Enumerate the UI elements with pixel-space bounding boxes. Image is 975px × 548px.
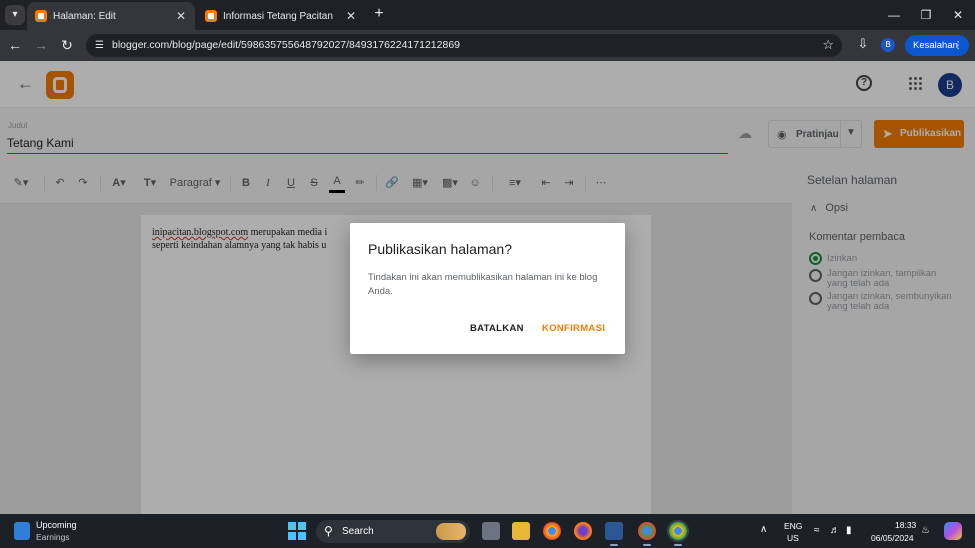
browser-tab-active[interactable]: Halaman: Edit ✕	[27, 2, 195, 30]
minimize-icon[interactable]: —	[884, 6, 904, 24]
chrome-active-icon[interactable]	[667, 520, 689, 546]
region-indicator[interactable]: US	[787, 533, 799, 543]
tab-title: Halaman: Edit	[53, 10, 116, 22]
restore-icon[interactable]: ❐	[916, 6, 936, 24]
taskbar-search[interactable]: ⚲ Search	[316, 520, 470, 543]
cancel-button[interactable]: BATALKAN	[470, 323, 524, 334]
browser-tab-strip: ▾ Halaman: Edit ✕ Informasi Tetang Pacit…	[0, 0, 975, 30]
more-vert-icon: ⋮	[953, 40, 964, 51]
widget-subtitle[interactable]: Earnings	[36, 532, 70, 542]
window-close-icon[interactable]: ✕	[948, 6, 968, 24]
firefox-icon[interactable]	[574, 522, 592, 540]
tab-title: Informasi Tetang Pacitan	[223, 10, 333, 22]
close-icon[interactable]: ✕	[173, 9, 189, 23]
blogger-favicon-icon	[35, 10, 47, 22]
error-chip[interactable]: Kesalahan ⋮	[905, 35, 969, 56]
battery-icon[interactable]: ▮	[846, 525, 852, 548]
chrome-icon[interactable]	[543, 522, 561, 540]
confirm-button[interactable]: KONFIRMASI	[542, 323, 605, 334]
stocks-widget-icon[interactable]	[14, 522, 30, 540]
chrome-profile-icon[interactable]	[638, 522, 656, 546]
windows-taskbar: Upcoming Earnings ⚲ Search ∧ ENG US ≈ ♬ …	[0, 514, 975, 548]
url-text: blogger.com/blog/page/edit/5986357556487…	[112, 39, 460, 51]
reload-icon[interactable]: ↻	[58, 36, 76, 54]
task-view-icon[interactable]	[482, 522, 500, 540]
tab-search-icon[interactable]: ▾	[5, 5, 25, 25]
browser-tab-inactive[interactable]: Informasi Tetang Pacitan ✕	[197, 2, 365, 30]
site-settings-icon[interactable]: ☰	[93, 39, 106, 52]
bookmark-star-icon[interactable]: ☆	[822, 37, 834, 53]
address-bar[interactable]: ☰ blogger.com/blog/page/edit/59863575564…	[86, 34, 842, 57]
profile-icon[interactable]: B	[881, 38, 895, 52]
bell-icon[interactable]: ♨	[921, 525, 930, 548]
language-indicator[interactable]: ENG	[784, 521, 802, 531]
search-label: Search	[342, 526, 374, 537]
dialog-title: Publikasikan halaman?	[368, 241, 512, 257]
chevron-up-icon[interactable]: ∧	[760, 524, 767, 548]
search-highlight-icon	[436, 523, 466, 540]
clock-date[interactable]: 06/05/2024	[871, 533, 914, 543]
blogger-favicon-icon	[205, 10, 217, 22]
dialog-body: Tindakan ini akan memublikasikan halaman…	[368, 272, 598, 297]
search-icon: ⚲	[324, 524, 333, 538]
widget-title[interactable]: Upcoming	[36, 520, 77, 530]
error-chip-label: Kesalahan	[913, 40, 958, 51]
forward-icon[interactable]: →	[32, 36, 50, 54]
download-icon[interactable]: ⇩	[855, 36, 871, 54]
file-explorer-icon[interactable]	[512, 522, 530, 540]
clock-time[interactable]: 18:33	[895, 520, 916, 530]
volume-icon[interactable]: ♬	[830, 525, 840, 548]
publish-confirm-dialog: Publikasikan halaman? Tindakan ini akan …	[350, 223, 625, 354]
wifi-icon[interactable]: ≈	[814, 525, 820, 548]
browser-toolbar: ← → ↻ ☰ blogger.com/blog/page/edit/59863…	[0, 30, 975, 61]
close-icon[interactable]: ✕	[343, 9, 359, 23]
back-icon[interactable]: ←	[6, 36, 24, 54]
copilot-icon[interactable]	[944, 522, 962, 540]
new-tab-icon[interactable]: +	[370, 5, 388, 23]
word-icon[interactable]	[605, 522, 623, 546]
windows-start-icon[interactable]	[288, 522, 306, 540]
